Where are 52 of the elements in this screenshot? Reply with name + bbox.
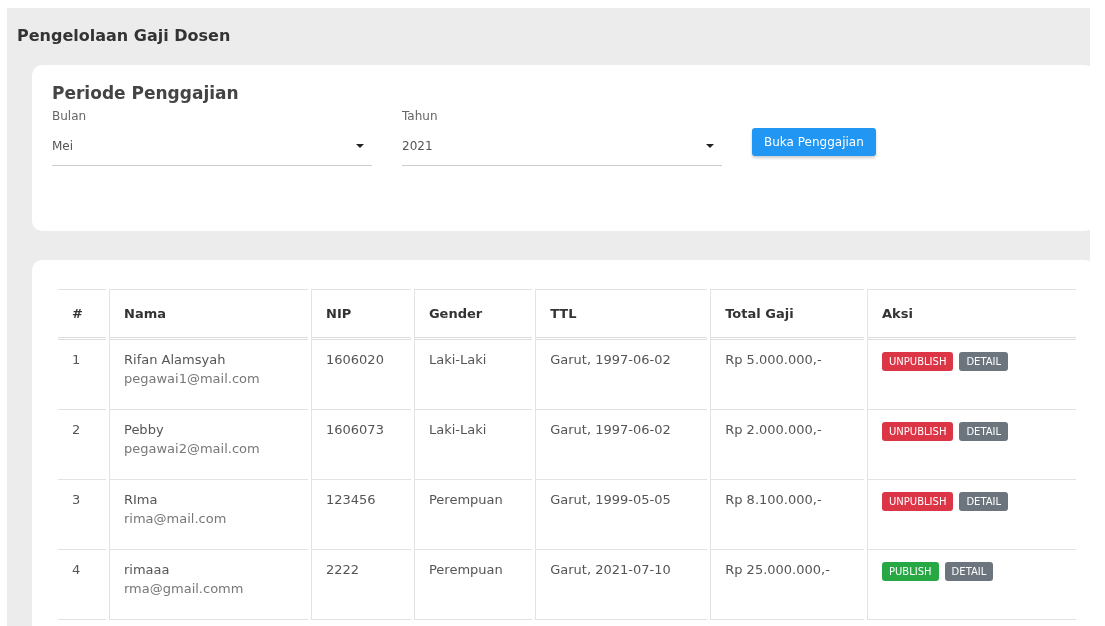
card-title: Periode Penggajian	[52, 83, 240, 103]
table-cell: 1606073	[311, 410, 411, 480]
table-cell: 123456	[311, 480, 411, 550]
detail-button[interactable]: DETAIL	[959, 492, 1009, 511]
publish-button[interactable]: UNPUBLISH	[882, 352, 954, 371]
table-cell: Laki-Laki	[413, 410, 533, 480]
caret-icon	[356, 144, 364, 148]
table-cell: 1606020	[311, 340, 411, 410]
table-cell: Rp 5.000.000,-	[710, 340, 864, 410]
detail-button[interactable]: DETAIL	[944, 562, 994, 581]
name-text: rimaaa	[124, 562, 171, 577]
column-header: Aksi	[867, 289, 1076, 340]
page-title: Pengelolaan Gaji Dosen	[17, 26, 232, 45]
table-cell: Laki-Laki	[413, 340, 533, 410]
table-cell: Rp 25.000.000,-	[710, 550, 864, 620]
table-cell: Garut, 1997-06-02	[535, 410, 708, 480]
publish-button[interactable]: UNPUBLISH	[882, 422, 954, 441]
email-text: rma@gmail.comm	[124, 581, 245, 596]
table-cell: Perempuan	[413, 550, 533, 620]
publish-button[interactable]: PUBLISH	[882, 562, 939, 581]
column-header: #	[58, 289, 106, 340]
name-text: Rifan Alamsyah	[124, 352, 227, 367]
name-text: Pebby	[124, 422, 165, 437]
publish-button[interactable]: UNPUBLISH	[882, 492, 954, 511]
table-cell: Rp 8.100.000,-	[710, 480, 864, 550]
email-text: pegawai2@mail.com	[124, 441, 261, 456]
table-cell: Garut, 2021-07-10	[535, 550, 708, 620]
open-payroll-button[interactable]: Buka Penggajian	[752, 128, 876, 156]
caret-icon	[706, 144, 714, 148]
table-cell: Rp 2.000.000,-	[710, 410, 864, 480]
column-header: Gender	[413, 289, 533, 340]
column-header: Nama	[109, 289, 308, 340]
detail-button[interactable]: DETAIL	[959, 422, 1009, 441]
table-cell: 2222	[311, 550, 411, 620]
column-header: Total Gaji	[710, 289, 864, 340]
year-select[interactable]: 2021	[402, 135, 722, 166]
field-label: Tahun	[402, 109, 439, 123]
table-cell: Garut, 1997-06-02	[535, 340, 708, 410]
field-label: Bulan	[52, 109, 88, 123]
table-cell: 2	[58, 410, 106, 480]
month-select[interactable]: Mei	[52, 135, 372, 166]
column-header: TTL	[535, 289, 708, 340]
table-cell: Perempuan	[413, 480, 533, 550]
table-cell: 3	[58, 480, 106, 550]
name-text: RIma	[124, 492, 159, 507]
email-text: pegawai1@mail.com	[124, 371, 261, 386]
table-cell: 1	[58, 340, 106, 410]
column-header: NIP	[311, 289, 411, 340]
table-cell: 4	[58, 550, 106, 620]
table-cell: Garut, 1999-05-05	[535, 480, 708, 550]
detail-button[interactable]: DETAIL	[959, 352, 1009, 371]
email-text: rima@mail.com	[124, 511, 228, 526]
